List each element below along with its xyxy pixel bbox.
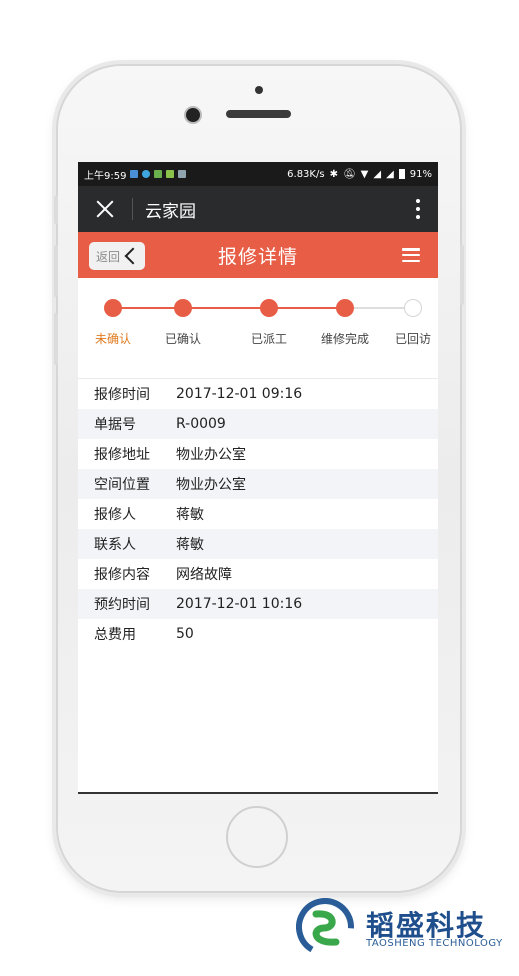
- home-button[interactable]: [226, 806, 288, 868]
- detail-value: 蒋敏: [176, 507, 204, 523]
- battery-percent: 91%: [409, 168, 432, 180]
- notification-icon: [130, 170, 139, 178]
- brand-name-en: TAOSHENG TECHNOLOGY: [366, 938, 503, 949]
- detail-value: 2017-12-01 10:16: [176, 596, 303, 612]
- earpiece-speaker: [226, 110, 291, 118]
- detail-value: 物业办公室: [176, 477, 246, 493]
- detail-value: 50: [176, 626, 194, 642]
- status-bar: 上午9:59 6.83K/s ✱ 🔕︎ ▼ ◢ ◢ 91%: [78, 162, 438, 186]
- notification-icon: [154, 170, 163, 178]
- volume-up-button: [54, 245, 58, 297]
- detail-key: 报修人: [94, 507, 136, 523]
- mute-switch: [54, 196, 58, 224]
- proximity-sensor: [255, 86, 263, 94]
- mute-icon: 🔕︎: [342, 168, 356, 180]
- app-titlebar: 云家园: [78, 186, 438, 232]
- detail-value: 2017-12-01 09:16: [176, 386, 303, 402]
- menu-icon[interactable]: [402, 248, 420, 262]
- wifi-icon: ▼: [360, 168, 369, 180]
- step-dot: [260, 299, 278, 317]
- detail-key: 报修内容: [94, 567, 150, 583]
- table-row: 报修人 蒋敏: [78, 499, 438, 529]
- brand-logo: 韬盛科技 TAOSHENG TECHNOLOGY: [296, 898, 516, 958]
- step-dot: [104, 299, 122, 317]
- step-connector: [183, 307, 269, 309]
- more-options-icon[interactable]: [408, 197, 428, 221]
- power-button: [460, 245, 464, 305]
- notification-icon: [178, 170, 187, 178]
- table-row: 联系人 蒋敏: [78, 529, 438, 559]
- step-connector: [345, 307, 413, 309]
- volume-down-button: [54, 313, 58, 365]
- table-row: 报修内容 网络故障: [78, 559, 438, 589]
- table-row: 报修时间 2017-12-01 09:16: [78, 379, 438, 409]
- page-header: 返回 报修详情: [78, 232, 438, 278]
- progress-steps: 未确认 已确认 已派工 维修完成 已回访: [78, 278, 438, 379]
- step-label: 已派工: [250, 332, 287, 346]
- detail-value: 蒋敏: [176, 537, 204, 553]
- table-row: 单据号 R-0009: [78, 409, 438, 439]
- detail-value: R-0009: [176, 416, 226, 432]
- detail-key: 单据号: [94, 417, 136, 433]
- table-row: 预约时间 2017-12-01 10:16: [78, 589, 438, 619]
- detail-value: 物业办公室: [176, 447, 246, 463]
- table-row: 报修地址 物业办公室: [78, 439, 438, 469]
- notification-icon: [166, 170, 175, 178]
- brand-logo-mark-icon: [296, 898, 354, 956]
- detail-key: 报修时间: [94, 387, 150, 403]
- step-label: 未确认: [94, 332, 131, 346]
- step-dot: [336, 299, 354, 317]
- detail-key: 预约时间: [94, 597, 150, 613]
- titlebar-divider: [132, 198, 133, 220]
- status-time: 上午9:59: [84, 170, 127, 182]
- detail-key: 空间位置: [94, 477, 150, 493]
- screen-bottom-edge: [78, 792, 438, 794]
- step-label: 维修完成: [320, 332, 369, 346]
- bluetooth-icon: ✱: [329, 168, 338, 180]
- close-icon[interactable]: [92, 196, 118, 222]
- detail-table: 报修时间 2017-12-01 09:16 单据号 R-0009 报修地址 物业办公室 空间…: [78, 379, 438, 649]
- step-connector: [113, 307, 183, 309]
- detail-key: 总费用: [94, 627, 136, 643]
- step-dot: [174, 299, 192, 317]
- phone-screen: 上午9:59 6.83K/s ✱ 🔕︎ ▼ ◢ ◢ 91% 云家园 返回 报修详…: [78, 162, 438, 794]
- detail-key: 报修地址: [94, 447, 150, 463]
- step-connector: [269, 307, 345, 309]
- app-title: 云家园: [145, 201, 196, 222]
- detail-value: 网络故障: [176, 567, 232, 583]
- front-camera-icon: [186, 108, 200, 122]
- page-title: 报修详情: [217, 245, 298, 268]
- signal-icon: ◢: [386, 168, 394, 180]
- page-content: 返回 报修详情 未确认 已确认 已派工 维修完成 已回访 报修时间 2017-12-01 …: [78, 232, 438, 794]
- battery-icon: [398, 169, 405, 179]
- step-label: 已确认: [164, 332, 201, 346]
- network-speed: 6.83K/s: [287, 168, 325, 180]
- table-row: 总费用 50: [78, 619, 438, 649]
- step-label: 已回访: [394, 332, 431, 346]
- table-row: 空间位置 物业办公室: [78, 469, 438, 499]
- notification-icon: [142, 170, 151, 178]
- step-dot: [404, 299, 422, 317]
- signal-icon: ◢: [373, 168, 382, 180]
- detail-key: 联系人: [94, 537, 136, 553]
